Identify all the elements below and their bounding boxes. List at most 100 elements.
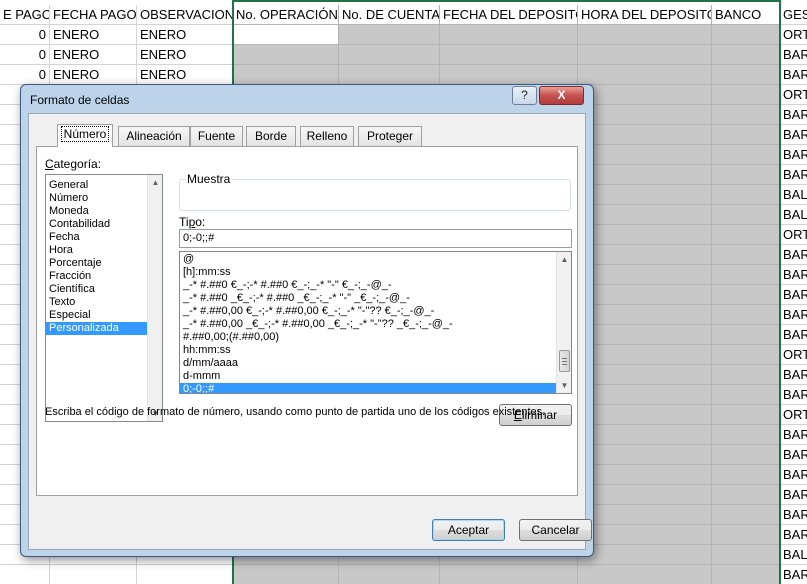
selected-cell[interactable] <box>578 325 712 345</box>
category-listbox[interactable]: General Número Moneda Contabilidad Fecha Hora… <box>45 174 163 422</box>
selected-cell[interactable] <box>440 45 578 65</box>
format-code-item[interactable]: _-* #.##0,00 €_-;-* #.##0,00 €_-;_-* "-"… <box>180 305 556 318</box>
data-cell[interactable]: BAR <box>780 245 807 265</box>
data-cell[interactable]: ORT <box>780 405 807 425</box>
selected-cell[interactable] <box>712 85 780 105</box>
selected-cell[interactable] <box>578 185 712 205</box>
selected-cell[interactable] <box>578 345 712 365</box>
selected-cell[interactable] <box>578 165 712 185</box>
data-cell[interactable]: BALI <box>780 545 807 565</box>
selected-cell[interactable] <box>339 45 440 65</box>
scroll-up-icon[interactable]: ▲ <box>557 252 571 267</box>
data-cell[interactable]: BALI <box>780 205 807 225</box>
data-cell[interactable]: ORT <box>780 25 807 45</box>
selected-cell[interactable] <box>578 225 712 245</box>
category-item[interactable]: Texto <box>46 296 162 309</box>
selected-cell[interactable] <box>233 25 339 45</box>
category-item[interactable]: General <box>46 179 162 192</box>
column-header-cell[interactable]: E PAGO <box>0 5 50 25</box>
scroll-down-icon[interactable]: ▼ <box>557 378 571 393</box>
selected-cell[interactable] <box>440 565 578 584</box>
format-code-item[interactable]: d-mmm <box>180 370 556 383</box>
selected-cell[interactable] <box>712 465 780 485</box>
selected-cell[interactable] <box>578 385 712 405</box>
selected-cell[interactable] <box>578 205 712 225</box>
data-cell[interactable]: BAR <box>780 325 807 345</box>
scroll-thumb[interactable] <box>559 350 570 372</box>
selected-cell[interactable] <box>712 245 780 265</box>
data-cell[interactable]: BAR <box>780 385 807 405</box>
format-code-item[interactable]: #.##0,00;(#.##0,00) <box>180 331 556 344</box>
column-header-cell[interactable]: FECHA PAGO <box>50 5 137 25</box>
selected-cell[interactable] <box>712 105 780 125</box>
selected-cell[interactable] <box>578 65 712 85</box>
selected-cell[interactable] <box>233 65 339 85</box>
selected-cell[interactable] <box>233 45 339 65</box>
category-item[interactable]: Personalizada <box>46 322 162 335</box>
data-cell[interactable]: BAR <box>780 465 807 485</box>
data-cell[interactable]: BAR <box>780 305 807 325</box>
help-button[interactable]: ? <box>512 86 537 105</box>
data-cell[interactable]: BAR <box>780 425 807 445</box>
data-cell[interactable]: 0 <box>0 25 50 45</box>
selected-cell[interactable] <box>578 245 712 265</box>
data-cell[interactable]: 0 <box>0 65 50 85</box>
selected-cell[interactable] <box>440 65 578 85</box>
selected-cell[interactable] <box>712 185 780 205</box>
selected-cell[interactable] <box>578 145 712 165</box>
column-header-cell[interactable]: No. DE CUENTA <box>339 5 440 25</box>
data-cell[interactable]: BAR <box>780 445 807 465</box>
selected-cell[interactable] <box>339 25 440 45</box>
column-header-cell[interactable]: OBSERVACION <box>137 5 233 25</box>
selected-cell[interactable] <box>712 25 780 45</box>
format-code-item[interactable]: @ <box>180 253 556 266</box>
selected-cell[interactable] <box>578 85 712 105</box>
data-cell[interactable] <box>0 565 50 584</box>
cancelar-button[interactable]: Cancelar <box>519 519 592 541</box>
category-item[interactable]: Fracción <box>46 270 162 283</box>
format-code-item[interactable]: _-* #.##0,00 _€_-;-* #.##0,00 _€_-;_-* "… <box>180 318 556 331</box>
data-cell[interactable]: ENERO <box>50 65 137 85</box>
data-cell[interactable]: ENERO <box>50 45 137 65</box>
category-item[interactable]: Especial <box>46 309 162 322</box>
format-code-item[interactable]: _-* #.##0 _€_-;-* #.##0 _€_-;_-* "-" _€_… <box>180 292 556 305</box>
data-cell[interactable]: BAR <box>780 145 807 165</box>
selected-cell[interactable] <box>578 505 712 525</box>
selected-cell[interactable] <box>712 165 780 185</box>
selected-cell[interactable] <box>712 525 780 545</box>
category-item[interactable]: Número <box>46 192 162 205</box>
close-button[interactable]: X <box>539 86 584 105</box>
format-code-item[interactable]: _-* #.##0 €_-;-* #.##0 €_-;_-* "-" €_-;_… <box>180 279 556 292</box>
selected-cell[interactable] <box>233 565 339 584</box>
dialog-title-bar[interactable]: Formato de celdas ? X <box>21 85 593 113</box>
selected-cell[interactable] <box>712 265 780 285</box>
selected-cell[interactable] <box>712 205 780 225</box>
selected-cell[interactable] <box>578 465 712 485</box>
format-code-item[interactable]: [h]:mm:ss <box>180 266 556 279</box>
data-cell[interactable]: ORT <box>780 225 807 245</box>
category-scrollbar[interactable]: ▲ ▼ <box>147 175 162 421</box>
column-header-cell[interactable]: No. OPERACIÓN <box>233 5 339 25</box>
category-item[interactable]: Contabilidad <box>46 218 162 231</box>
data-cell[interactable]: ENERO <box>137 25 233 45</box>
selected-cell[interactable] <box>578 525 712 545</box>
data-cell[interactable]: ENERO <box>137 45 233 65</box>
category-item[interactable]: Moneda <box>46 205 162 218</box>
selected-cell[interactable] <box>712 225 780 245</box>
category-item[interactable]: Científica <box>46 283 162 296</box>
selected-cell[interactable] <box>339 565 440 584</box>
selected-cell[interactable] <box>578 545 712 565</box>
selected-cell[interactable] <box>712 325 780 345</box>
selected-cell[interactable] <box>712 45 780 65</box>
selected-cell[interactable] <box>578 485 712 505</box>
data-cell[interactable]: BAR <box>780 265 807 285</box>
data-cell[interactable]: BAR <box>780 45 807 65</box>
format-code-item[interactable]: d/mm/aaaa <box>180 357 556 370</box>
tab-5[interactable]: Relleno <box>300 126 354 146</box>
data-cell[interactable]: ENERO <box>137 65 233 85</box>
data-cell[interactable]: BAR <box>780 105 807 125</box>
selected-cell[interactable] <box>712 145 780 165</box>
selected-cell[interactable] <box>578 45 712 65</box>
selected-cell[interactable] <box>578 265 712 285</box>
tab-1[interactable]: Número <box>57 124 113 147</box>
